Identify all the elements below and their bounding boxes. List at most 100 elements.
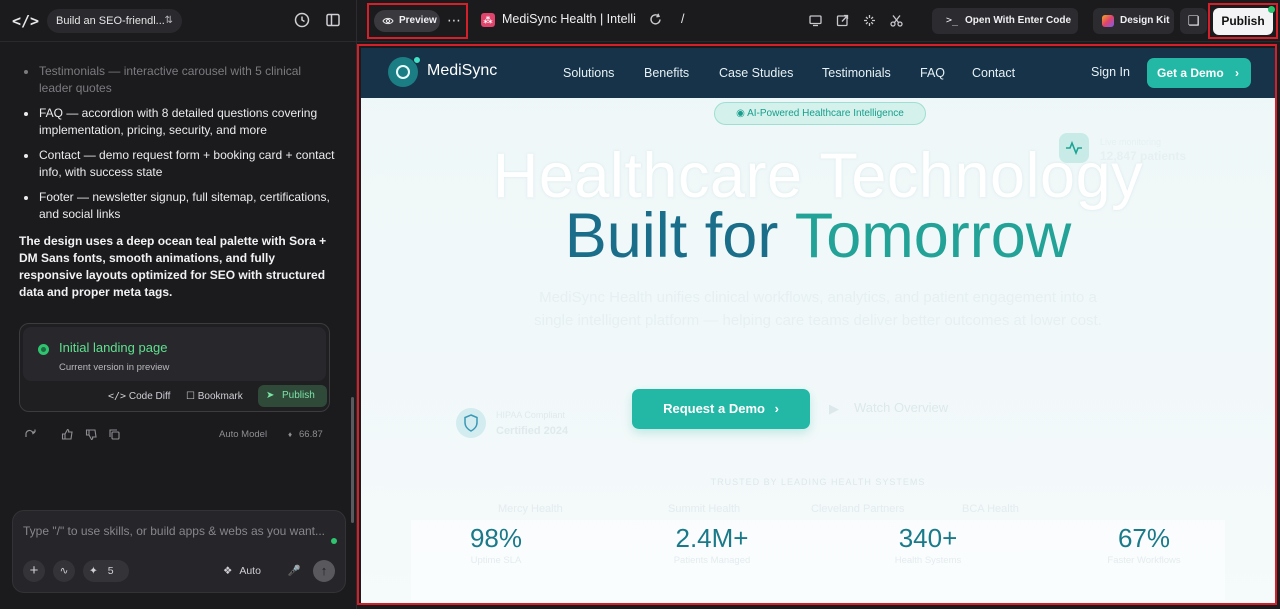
scissors-icon[interactable]: [889, 13, 905, 29]
play-icon: ▶: [829, 401, 839, 416]
copy-icon[interactable]: [108, 428, 121, 446]
version-subtitle: Current version in preview: [59, 362, 170, 373]
online-dot: [331, 538, 337, 544]
app-logo-icon[interactable]: </>: [12, 10, 39, 32]
hero-headline-line2: Built for Tomorrow: [361, 200, 1275, 272]
voice-wave-icon[interactable]: ∿: [53, 560, 75, 582]
chevron-updown-icon: ⇅: [164, 15, 173, 26]
credits-value: 66.87: [299, 429, 323, 440]
nav-link-faq[interactable]: FAQ: [920, 66, 945, 80]
stat-label: Uptime SLA: [470, 555, 522, 566]
version-card[interactable]: Initial landing page Current version in …: [19, 323, 330, 412]
preview-label: Preview: [399, 15, 437, 26]
bookmark-button[interactable]: ☐ Bookmark: [186, 391, 243, 402]
preview-frame: MediSync Solutions Benefits Case Studies…: [357, 44, 1277, 605]
watch-overview-button[interactable]: ▶ Watch Overview: [829, 400, 949, 416]
auto-mode-label: Auto: [239, 565, 261, 577]
version-header: Initial landing page Current version in …: [23, 327, 326, 381]
hero-badge: ◉ AI-Powered Healthcare Intelligence: [714, 102, 926, 125]
microphone-icon[interactable]: 🎤: [283, 560, 305, 582]
code-diff-button[interactable]: </> Code Diff: [108, 391, 170, 402]
magic-select-icon[interactable]: [862, 13, 878, 29]
nav-link-solutions[interactable]: Solutions: [563, 66, 614, 80]
stat-value: 340+: [898, 523, 958, 553]
publish-button[interactable]: Publish: [1213, 6, 1275, 35]
send-button[interactable]: ↑: [313, 560, 335, 582]
chat-composer: Type "/" to use skills, or build apps & …: [12, 510, 346, 593]
prompt-input[interactable]: Type "/" to use skills, or build apps & …: [23, 524, 325, 538]
skills-button[interactable]: ✦ 5: [83, 560, 129, 582]
top-bar: </> Build an SEO-friendl... ⇅ Preview ⋯ …: [0, 0, 1280, 42]
get-demo-label: Get a Demo: [1157, 66, 1224, 80]
bookmark-icon: ☐: [186, 391, 195, 402]
nav-link-testimonials[interactable]: Testimonials: [822, 66, 891, 80]
version-title: Initial landing page: [59, 340, 168, 355]
design-kit-label: Design Kit: [1120, 15, 1170, 26]
stat-value: 98%: [469, 523, 523, 553]
chevron-right-icon: ›: [1235, 66, 1239, 80]
hero-headline-accent: Tomorrow: [794, 201, 1072, 271]
refresh-icon[interactable]: [648, 12, 663, 32]
url-path-field[interactable]: /: [681, 12, 684, 26]
trusted-heading: TRUSTED BY LEADING HEALTH SYSTEMS: [710, 477, 926, 487]
history-icon[interactable]: [293, 11, 313, 31]
hero-subheading: MediSync Health unifies clinical workflo…: [534, 289, 1102, 329]
list-item: FAQ — accordion with 8 detailed question…: [22, 105, 337, 139]
hero-badge-label: AI-Powered Healthcare Intelligence: [747, 108, 904, 119]
add-attachment-button[interactable]: +: [23, 560, 45, 582]
hero-headline-part: Built for: [564, 201, 795, 271]
ai-badge-icon: ◉: [736, 108, 745, 119]
nav-link-case-studies[interactable]: Case Studies: [719, 66, 793, 80]
list-item: Footer — newsletter signup, full sitemap…: [22, 189, 337, 223]
get-demo-button[interactable]: Get a Demo ›: [1147, 58, 1251, 88]
shield-icon: [456, 408, 486, 438]
site-favicon-icon: ⁂: [481, 13, 495, 27]
rocket-icon: ➤: [266, 390, 275, 401]
stat-label: Faster Workflows: [1107, 555, 1181, 566]
preview-button[interactable]: Preview: [374, 10, 440, 32]
chat-scrollbar[interactable]: [351, 397, 354, 523]
credits-icon: ♦: [288, 430, 293, 439]
version-publish-button[interactable]: ➤ Publish: [258, 385, 327, 407]
open-external-icon[interactable]: [835, 13, 851, 29]
page-title-tab[interactable]: MediSync Health | Intelli...: [502, 12, 637, 26]
nav-link-benefits[interactable]: Benefits: [644, 66, 689, 80]
status-dot: [1268, 6, 1275, 13]
request-demo-label: Request a Demo: [663, 401, 765, 416]
thumbs-up-icon[interactable]: [61, 428, 74, 446]
chevron-right-icon: ›: [774, 401, 779, 416]
model-label: Auto Model: [219, 429, 268, 440]
list-item: Testimonials — interactive carousel with…: [22, 63, 337, 97]
feature-list: Testimonials — interactive carousel with…: [22, 63, 337, 231]
code-icon: </>: [108, 391, 127, 402]
eye-icon: [382, 17, 394, 25]
auto-mode-button[interactable]: ❖ Auto: [223, 560, 271, 582]
retry-icon[interactable]: [24, 428, 37, 446]
app-window: </> Build an SEO-friendl... ⇅ Preview ⋯ …: [0, 0, 1280, 609]
terminal-icon: >_: [946, 15, 959, 26]
package-button[interactable]: ❏: [1180, 8, 1207, 34]
bookmark-label: Bookmark: [197, 391, 243, 402]
stat-value: 67%: [1117, 523, 1171, 553]
watch-overview-label: Watch Overview: [854, 400, 949, 415]
chat-panel: Testimonials — interactive carousel with…: [0, 43, 356, 609]
stat-label: Patients Managed: [673, 555, 751, 566]
sign-in-link[interactable]: Sign In: [1091, 65, 1130, 79]
summary-text: The design uses a deep ocean teal palett…: [19, 234, 327, 299]
brand-name[interactable]: MediSync: [427, 62, 497, 80]
open-with-code-button[interactable]: >_ Open With Enter Code: [932, 8, 1078, 34]
request-demo-button[interactable]: Request a Demo ›: [632, 389, 810, 429]
more-options-button[interactable]: ⋯: [447, 10, 462, 30]
design-kit-button[interactable]: Design Kit: [1093, 8, 1174, 34]
preview-highlight: Preview ⋯: [367, 3, 468, 39]
desktop-view-icon[interactable]: [808, 13, 824, 29]
open-with-label: Open With Enter Code: [965, 15, 1072, 26]
sidebar-toggle-icon[interactable]: [324, 11, 344, 31]
brand-status-dot: [413, 56, 421, 64]
publish-label: Publish: [1221, 14, 1265, 28]
nav-link-contact[interactable]: Contact: [972, 66, 1015, 80]
thumbs-down-icon[interactable]: [85, 428, 98, 446]
palette-icon: [1102, 15, 1114, 27]
project-switcher[interactable]: Build an SEO-friendl... ⇅: [47, 9, 182, 33]
publish-highlight: Publish: [1208, 3, 1278, 39]
